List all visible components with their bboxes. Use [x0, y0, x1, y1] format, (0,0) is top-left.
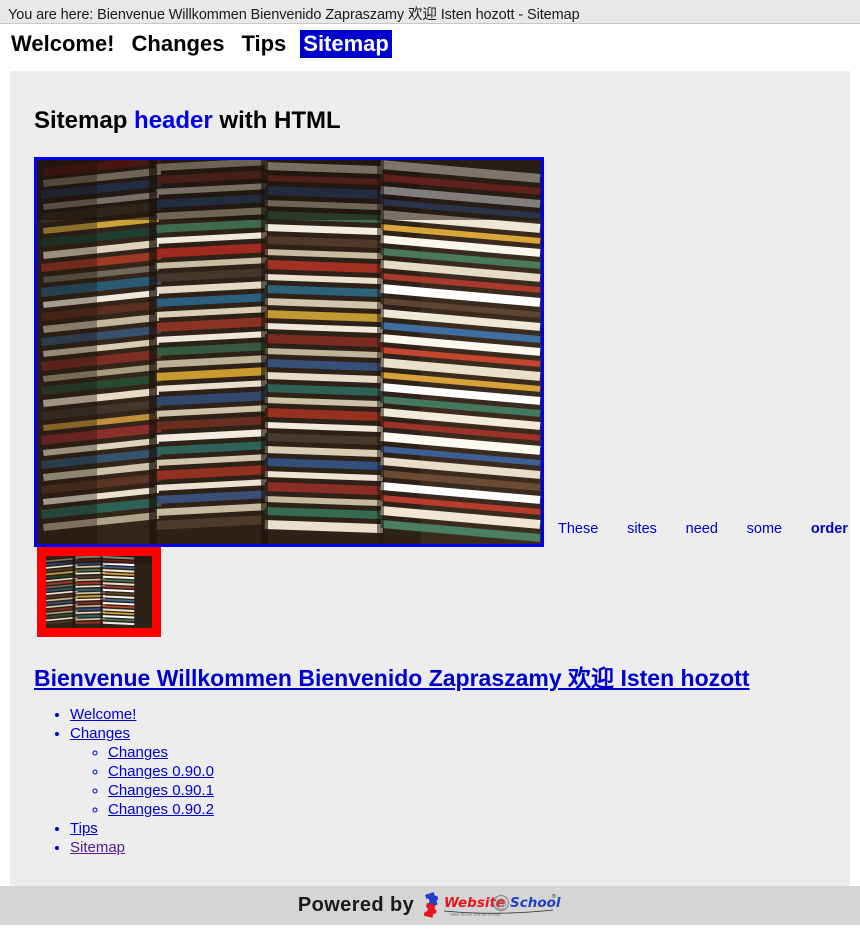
- main-navigation: Welcome! Changes Tips Sitemap: [0, 25, 860, 65]
- list-item: Welcome!: [70, 705, 214, 724]
- sitemap-heading: Bienvenue Willkommen Bienvenido Zaprasza…: [34, 659, 749, 693]
- nav-link-tips[interactable]: Tips: [238, 30, 289, 58]
- breadcrumb-bar: You are here: Bienvenue Willkommen Bienv…: [0, 0, 860, 24]
- page-title-part2: with HTML: [212, 107, 341, 134]
- nav-link-sitemap[interactable]: Sitemap: [300, 30, 392, 58]
- sitemap-tree: Welcome! Changes Changes Changes 0.90.0 …: [40, 705, 214, 857]
- sitemap-link-changes[interactable]: Changes: [70, 725, 130, 742]
- page-title-highlight: header: [134, 107, 213, 134]
- puzzle-icon: [423, 891, 439, 918]
- website-at-school-logo[interactable]: Website @ School ® Open source cms for s…: [422, 891, 562, 921]
- caption-word-these: These: [558, 521, 599, 537]
- powered-by-label: Powered by: [297, 894, 415, 916]
- list-item: Changes 0.90.2: [108, 800, 214, 819]
- sitemap-link-changes-0900[interactable]: Changes 0.90.0: [108, 763, 214, 780]
- sitemap-link-welcome[interactable]: Welcome!: [70, 706, 136, 723]
- nav-list: Welcome! Changes Tips Sitemap: [8, 30, 403, 58]
- caption-word-order: order: [810, 521, 848, 537]
- nav-item-sitemap: Sitemap: [300, 30, 392, 58]
- brand-registered-mark: ®: [551, 893, 557, 900]
- nav-item-changes: Changes: [129, 30, 228, 58]
- caption-word-some: some: [746, 521, 783, 537]
- list-item: Tips: [70, 819, 214, 838]
- brand-at-symbol: @: [495, 896, 507, 910]
- photo-caption: These sites need some order: [558, 521, 848, 537]
- footer-content: Powered by Website @ School ® Open sourc…: [0, 886, 860, 925]
- brand-tagline: Open source cms for schools: [450, 912, 501, 916]
- nav-link-welcome[interactable]: Welcome!: [8, 30, 118, 58]
- main-photo[interactable]: [34, 157, 544, 547]
- list-item: Changes: [108, 743, 214, 762]
- books-photo-illustration: [37, 160, 541, 544]
- thumbnail-photo[interactable]: [37, 547, 161, 637]
- nav-link-changes[interactable]: Changes: [129, 30, 228, 58]
- nav-item-tips: Tips: [238, 30, 289, 58]
- list-item: Sitemap: [70, 838, 214, 857]
- list-item: Changes 0.90.0: [108, 762, 214, 781]
- breadcrumb: You are here: Bienvenue Willkommen Bienv…: [8, 7, 580, 23]
- sitemap-link-changes-0901[interactable]: Changes 0.90.1: [108, 782, 214, 799]
- sitemap-link-changes-index[interactable]: Changes: [108, 744, 168, 761]
- footer-bar: Powered by Website @ School ® Open sourc…: [0, 886, 860, 925]
- list-item: Changes Changes Changes 0.90.0 Changes 0…: [70, 724, 214, 819]
- books-thumbnail-illustration: [46, 556, 152, 628]
- content-panel: Sitemap header with HTML These sites nee…: [10, 71, 850, 886]
- nav-item-welcome: Welcome!: [8, 30, 118, 58]
- caption-word-need: need: [685, 521, 718, 537]
- sitemap-subtree-changes: Changes Changes 0.90.0 Changes 0.90.1 Ch…: [70, 743, 214, 819]
- page-title-part1: Sitemap: [34, 107, 135, 134]
- sitemap-heading-link[interactable]: Bienvenue Willkommen Bienvenido Zaprasza…: [34, 665, 749, 691]
- list-item: Changes 0.90.1: [108, 781, 214, 800]
- sitemap-link-sitemap[interactable]: Sitemap: [70, 839, 125, 856]
- sitemap-link-tips[interactable]: Tips: [70, 820, 98, 837]
- page-title: Sitemap header with HTML: [34, 107, 341, 135]
- sitemap-link-changes-0902[interactable]: Changes 0.90.2: [108, 801, 214, 818]
- caption-word-sites: sites: [627, 521, 657, 537]
